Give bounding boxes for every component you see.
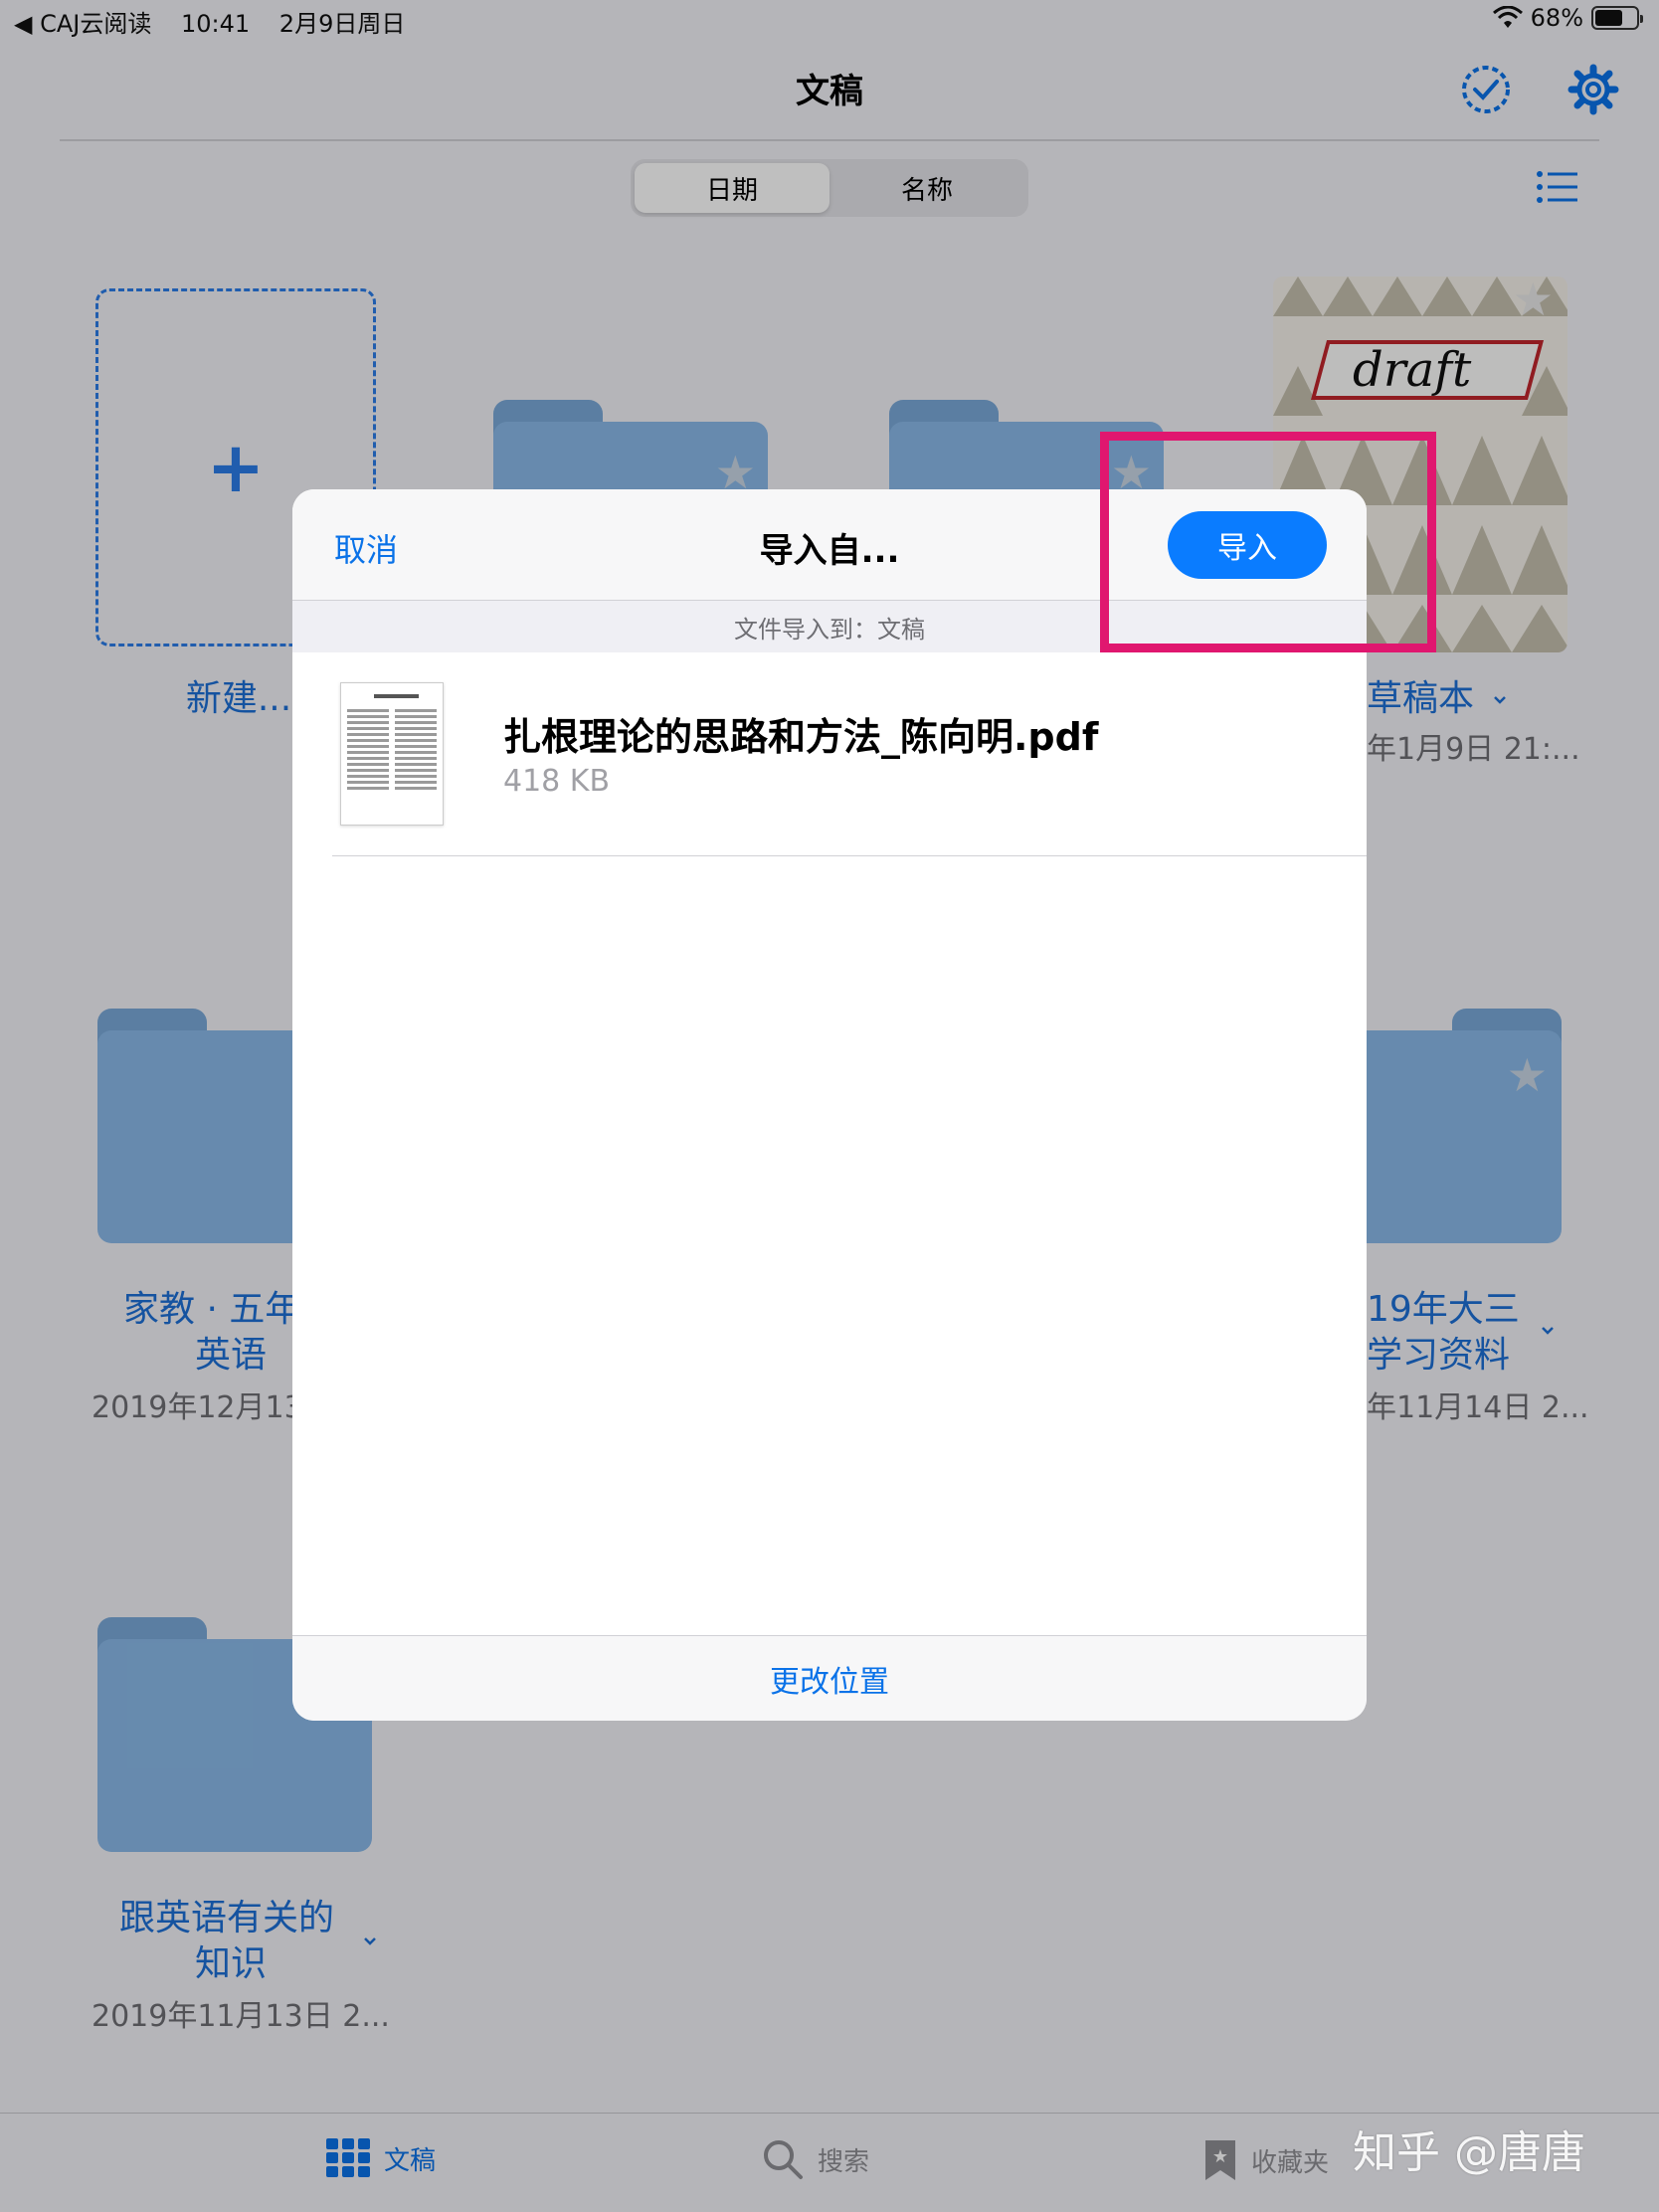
watermark: 知乎 @唐唐 xyxy=(1353,2127,1585,2178)
divider xyxy=(332,855,1367,856)
change-location-button[interactable]: 更改位置 xyxy=(292,1635,1367,1721)
highlight-annotation xyxy=(1100,432,1436,652)
pdf-thumbnail xyxy=(340,682,444,826)
file-name: 扎根理论的思路和方法_陈向明.pdf xyxy=(503,715,1099,759)
file-size: 418 KB xyxy=(503,764,611,799)
import-dialog: 取消 导入自... 导入 文件导入到：文稿 扎根理论的思路和方法_陈向明.pdf… xyxy=(292,489,1367,1721)
